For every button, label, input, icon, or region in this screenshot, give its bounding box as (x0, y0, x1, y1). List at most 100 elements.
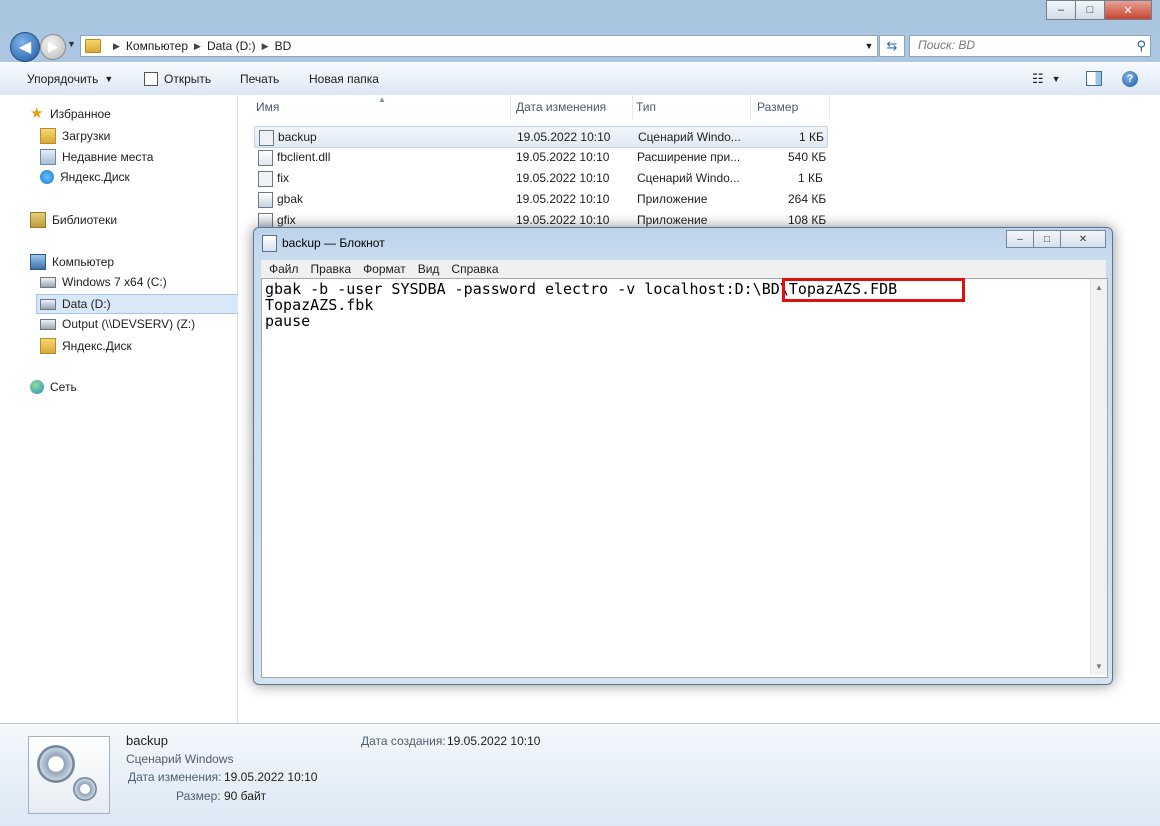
libraries-icon (30, 212, 46, 228)
minimize-button[interactable]: – (1046, 0, 1076, 20)
organize-label: Упорядочить (27, 72, 99, 86)
details-file-type: Сценарий Windows (126, 752, 234, 766)
sidebar-item-libraries[interactable]: Библиотеки (30, 212, 117, 228)
sidebar-item-computer[interactable]: Компьютер (30, 254, 114, 270)
file-name: backup (278, 130, 317, 144)
vertical-scrollbar[interactable]: ▲ ▼ (1090, 279, 1107, 675)
help-icon: ? (1122, 71, 1138, 87)
script-file-icon (259, 130, 274, 146)
refresh-button[interactable]: ⇆ (879, 35, 905, 57)
details-pane: backup Сценарий Windows Дата изменения: … (0, 723, 1160, 826)
yandex-folder-icon (40, 338, 56, 354)
notepad-minimize-button[interactable]: – (1006, 230, 1034, 248)
column-header-type[interactable]: Тип (636, 95, 751, 119)
breadcrumb-computer[interactable]: Компьютер (126, 39, 188, 53)
new-folder-button[interactable]: Новая папка (309, 72, 379, 86)
menu-edit[interactable]: Правка (311, 262, 352, 276)
maximize-button[interactable]: □ (1075, 0, 1105, 20)
file-name: gfix (277, 213, 296, 227)
windows-drive-icon (40, 276, 56, 288)
file-row-fbclient[interactable]: fbclient.dll 19.05.2022 10:10 Расширение… (254, 147, 826, 167)
sidebar-item-network[interactable]: Сеть (30, 380, 77, 394)
chevron-right-icon[interactable]: ▶ (262, 41, 269, 52)
details-modified-value: 19.05.2022 10:10 (224, 770, 318, 784)
drive-icon (40, 298, 56, 310)
script-file-icon (258, 171, 273, 187)
sidebar-item-downloads[interactable]: Загрузки (40, 128, 110, 144)
notepad-title: backup — Блокнот (282, 236, 385, 250)
file-size: 1 КБ (798, 171, 823, 185)
sidebar-item-label: Компьютер (52, 255, 115, 269)
print-button[interactable]: Печать (240, 72, 279, 86)
menu-file[interactable]: Файл (269, 262, 299, 276)
search-icon[interactable]: ⚲ (1136, 38, 1146, 54)
sidebar-item-drive-c[interactable]: Windows 7 x64 (C:) (40, 275, 167, 289)
sidebar-item-label: Data (D:) (62, 297, 111, 311)
organize-button[interactable]: Упорядочить ▼ (27, 72, 113, 86)
file-row-gbak[interactable]: gbak 19.05.2022 10:10 Приложение 264 КБ (254, 189, 826, 209)
sidebar-item-label: Сеть (50, 380, 77, 394)
menu-help[interactable]: Справка (451, 262, 498, 276)
sidebar-item-label: Windows 7 x64 (C:) (62, 275, 167, 289)
menu-view[interactable]: Вид (418, 262, 440, 276)
sidebar-item-label: Недавние места (62, 150, 154, 164)
close-button[interactable]: ✕ (1104, 0, 1152, 20)
notepad-close-button[interactable]: ✕ (1060, 230, 1106, 248)
column-header-name[interactable]: Имя (256, 95, 511, 119)
help-button[interactable]: ? (1122, 71, 1138, 87)
open-icon (144, 72, 158, 86)
forward-button[interactable]: ▶ (40, 34, 66, 60)
file-date: 19.05.2022 10:10 (516, 171, 610, 185)
breadcrumb-data-drive[interactable]: Data (D:) (207, 39, 256, 53)
file-type: Расширение при... (637, 150, 741, 164)
sidebar-item-label: Яндекс.Диск (62, 339, 132, 353)
gear-icon (73, 777, 97, 801)
column-header-date[interactable]: Дата изменения (516, 95, 633, 119)
column-header-size[interactable]: Размер (757, 95, 830, 119)
explorer-window: – □ ✕ ◀ ▶ ▼ ▶ Компьютер ▶ Data (D:) ▶ BD… (0, 0, 1160, 826)
search-input[interactable] (910, 36, 1126, 54)
sidebar-item-network-drive-z[interactable]: Output (\\DEVSERV) (Z:) (40, 317, 195, 331)
back-button[interactable]: ◀ (10, 32, 40, 62)
scroll-up-icon[interactable]: ▲ (1095, 283, 1103, 292)
network-drive-icon (40, 318, 56, 330)
address-dropdown-icon[interactable]: ▼ (861, 41, 877, 51)
preview-pane-button[interactable] (1086, 71, 1102, 86)
star-icon: ★ (30, 105, 44, 122)
gear-icon (37, 745, 75, 783)
search-box[interactable]: ⚲ (909, 35, 1151, 57)
open-button[interactable]: Открыть (144, 72, 211, 86)
menu-format[interactable]: Формат (363, 262, 406, 276)
notepad-maximize-button[interactable]: □ (1033, 230, 1061, 248)
text-line-3: pause (265, 312, 311, 330)
notepad-text-area[interactable]: gbak -b -user SYSDBA -password electro -… (261, 278, 1108, 678)
scroll-down-icon[interactable]: ▼ (1095, 662, 1103, 671)
file-date: 19.05.2022 10:10 (516, 150, 610, 164)
file-row-backup[interactable]: backup 19.05.2022 10:10 Сценарий Windo..… (254, 126, 828, 148)
details-created-value: 19.05.2022 10:10 (447, 734, 541, 748)
refresh-icon: ⇆ (886, 38, 898, 53)
sidebar-item-yandex-disk-2[interactable]: Яндекс.Диск (40, 338, 132, 354)
view-options-button[interactable]: ☷ ▼ (1032, 71, 1061, 87)
sidebar-item-label: Яндекс.Диск (60, 170, 130, 184)
file-size: 540 КБ (788, 150, 827, 164)
address-bar[interactable]: ▶ Компьютер ▶ Data (D:) ▶ BD ▼ (80, 35, 878, 57)
preview-pane-icon (1086, 71, 1102, 86)
chevron-right-icon[interactable]: ▶ (113, 41, 120, 52)
sidebar-item-favorites[interactable]: ★ Избранное (30, 105, 111, 122)
dll-file-icon (258, 150, 273, 166)
chevron-down-icon: ▼ (104, 74, 114, 84)
file-size: 108 КБ (788, 213, 827, 227)
breadcrumb-bd[interactable]: BD (275, 39, 292, 53)
sidebar-item-recent-places[interactable]: Недавние места (40, 149, 153, 165)
network-icon (30, 380, 44, 394)
sidebar-item-yandex-disk[interactable]: Яндекс.Диск (40, 170, 130, 184)
file-row-fix[interactable]: fix 19.05.2022 10:10 Сценарий Windo... 1… (254, 168, 826, 188)
sidebar-item-label: Output (\\DEVSERV) (Z:) (62, 317, 196, 331)
sidebar-item-drive-d[interactable]: Data (D:) (36, 294, 239, 314)
navigation-pane: ★ Избранное Загрузки Недавние места Янде… (0, 95, 239, 723)
notepad-menu-bar: Файл Правка Формат Вид Справка (261, 260, 1106, 279)
open-label: Открыть (164, 72, 212, 86)
chevron-right-icon[interactable]: ▶ (194, 41, 201, 52)
recent-pages-dropdown-icon[interactable]: ▼ (67, 39, 76, 49)
